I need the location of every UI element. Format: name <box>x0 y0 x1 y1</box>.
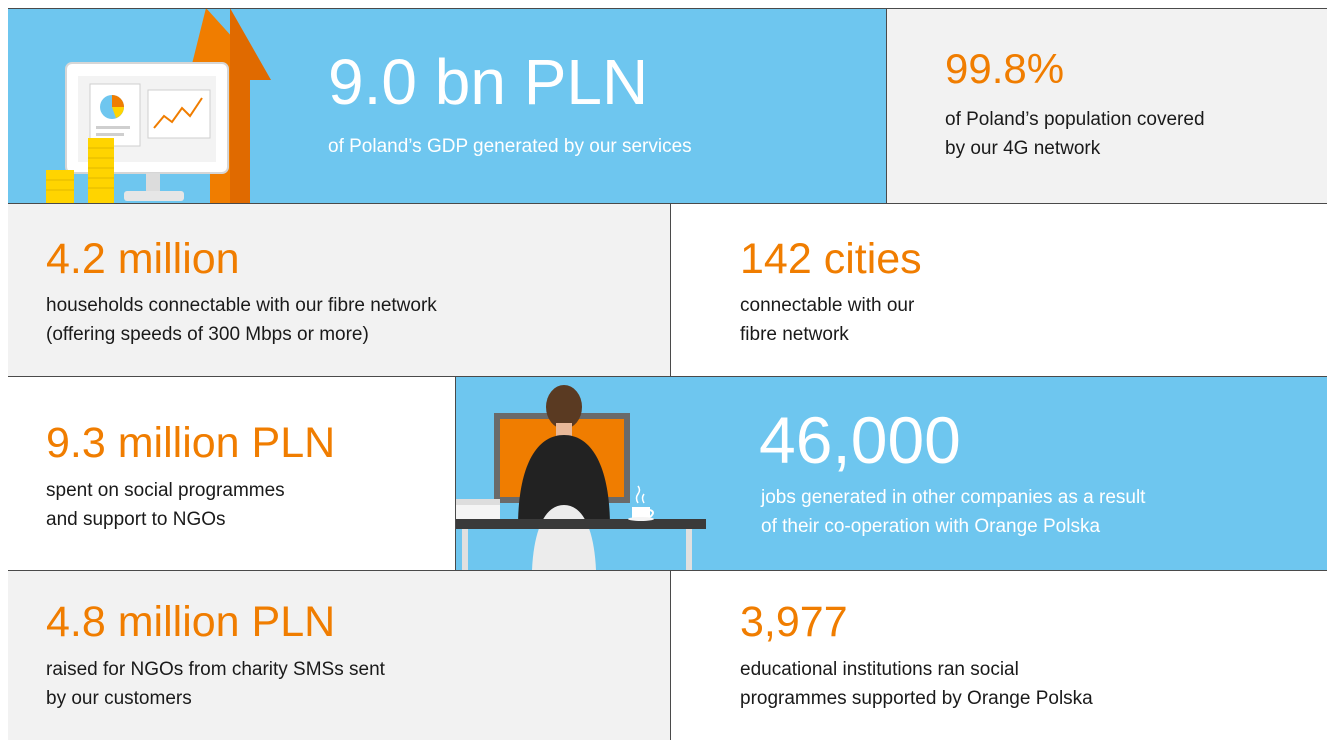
charity-description-line: by our customers <box>46 688 192 709</box>
households-description: households connectable with our fibre ne… <box>46 291 437 349</box>
social-description-line: spent on social programmes <box>46 480 285 501</box>
charity-description: raised for NGOs from charity SMSs sent b… <box>46 655 385 713</box>
charity-tile: 4.8 million PLN raised for NGOs from cha… <box>8 571 670 740</box>
divider <box>670 570 671 740</box>
schools-description: educational institutions ran social prog… <box>740 655 1093 713</box>
coverage-value: 99.8% <box>945 45 1065 92</box>
jobs-value: 46,000 <box>759 403 961 477</box>
charity-value: 4.8 million PLN <box>46 598 336 646</box>
cities-value: 142 cities <box>740 235 922 283</box>
schools-description-line: programmes supported by Orange Polska <box>740 688 1093 709</box>
divider <box>886 8 887 204</box>
cities-description: connectable with our fibre network <box>740 291 914 349</box>
divider <box>8 8 1327 9</box>
divider <box>670 203 671 377</box>
divider <box>8 570 1327 571</box>
jobs-description-line: of their co-operation with Orange Polska <box>761 516 1101 537</box>
person-at-computer-icon <box>456 385 706 570</box>
households-description-line: (offering speeds of 300 Mbps or more) <box>46 324 369 345</box>
coverage-description-line: by our 4G network <box>945 138 1101 159</box>
coverage-tile: 99.8% of Poland’s population covered by … <box>887 8 1327 203</box>
cities-tile: 142 cities connectable with our fibre ne… <box>671 204 1327 376</box>
divider <box>8 376 1327 377</box>
coverage-description-line: of Poland’s population covered <box>945 109 1205 130</box>
households-tile: 4.2 million households connectable with … <box>8 204 670 376</box>
social-tile: 9.3 million PLN spent on social programm… <box>8 377 455 570</box>
jobs-description: jobs generated in other companies as a r… <box>761 483 1145 541</box>
divider <box>455 376 456 571</box>
gdp-description: of Poland’s GDP generated by our service… <box>328 132 692 161</box>
charity-description-line: raised for NGOs from charity SMSs sent <box>46 659 385 680</box>
social-value: 9.3 million PLN <box>46 419 336 467</box>
households-description-line: households connectable with our fibre ne… <box>46 295 437 316</box>
cities-description-line: fibre network <box>740 324 849 345</box>
households-value: 4.2 million <box>46 235 240 283</box>
social-description: spent on social programmes and support t… <box>46 476 285 534</box>
schools-tile: 3,977 educational institutions ran socia… <box>671 571 1327 740</box>
social-description-line: and support to NGOs <box>46 509 226 530</box>
divider <box>8 203 1327 204</box>
coverage-description: of Poland’s population covered by our 4G… <box>945 105 1205 163</box>
monitor-chart-coins-arrow-icon <box>46 8 271 203</box>
jobs-description-line: jobs generated in other companies as a r… <box>761 487 1146 508</box>
jobs-tile: 46,000 jobs generated in other companies… <box>456 377 1327 570</box>
schools-value: 3,977 <box>740 598 848 646</box>
cities-description-line: connectable with our <box>740 295 915 316</box>
gdp-tile: 9.0 bn PLN of Poland’s GDP generated by … <box>8 8 886 203</box>
gdp-description-line: of Poland’s GDP generated by our service… <box>328 136 692 157</box>
schools-description-line: educational institutions ran social <box>740 659 1019 680</box>
gdp-value: 9.0 bn PLN <box>328 46 649 118</box>
